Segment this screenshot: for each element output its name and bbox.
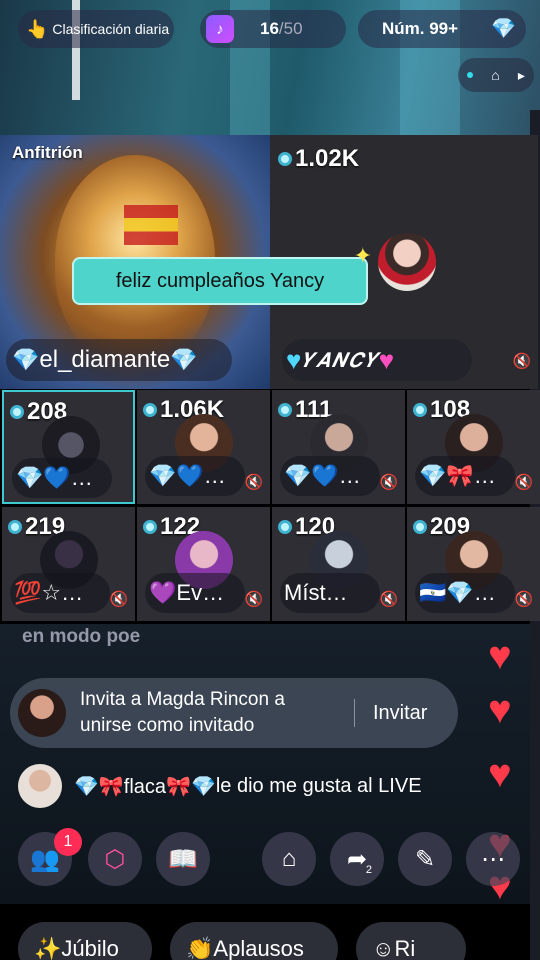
diamond-icon: 💎 xyxy=(12,347,40,372)
muted-mic-icon: 🔇 xyxy=(514,591,534,608)
music-note-icon: ♪ xyxy=(206,15,234,43)
muted-mic-icon: 🔇 xyxy=(379,474,399,491)
guest-tile[interactable]: 122 💜Ev… 🔇 xyxy=(137,507,270,621)
coin-icon xyxy=(413,520,427,534)
diamond-icon: 💎 xyxy=(170,347,198,372)
heart-icon: ♥ xyxy=(488,752,512,796)
guest-name: 💎💙… xyxy=(280,456,380,496)
divider xyxy=(354,699,355,727)
host-label: Anfitrión xyxy=(12,143,83,162)
guest-name: 💜Ev… xyxy=(145,573,245,613)
cube-icon: ⬡ xyxy=(104,845,126,873)
reaction-button[interactable]: ✨ Júbilo xyxy=(18,922,152,960)
muted-mic-icon: 🔇 xyxy=(109,591,129,608)
coin-icon xyxy=(143,403,157,417)
coin-icon xyxy=(278,520,292,534)
reaction-button[interactable]: 👏 Aplausos xyxy=(170,922,338,960)
guest-name: 💯☆… xyxy=(10,573,110,613)
coin-icon xyxy=(8,520,22,534)
guest-name: Míst… xyxy=(280,573,380,613)
notification-badge: 1 xyxy=(54,828,82,856)
book-icon: 📖 xyxy=(168,845,198,873)
shop-button[interactable]: ⌂ xyxy=(262,832,316,886)
home-icon[interactable]: ⌂ xyxy=(491,67,499,83)
gift-progress-current: 16 xyxy=(260,19,279,38)
heart-icon: ♥ xyxy=(488,634,512,678)
reaction-label: Júbilo xyxy=(61,936,119,960)
chat-message: 💎🎀flaca🎀💎 le dio me gusta al LIVE xyxy=(18,764,422,808)
status-dot xyxy=(467,72,474,78)
gift-goal-button[interactable]: ♪ 16 /50 xyxy=(200,10,346,48)
reaction-label: Aplausos xyxy=(213,936,304,960)
chat-username[interactable]: 💎🎀flaca🎀💎 xyxy=(74,774,216,799)
guest-tile[interactable]: 111 💎💙… 🔇 xyxy=(272,390,405,504)
coin-icon xyxy=(278,152,292,166)
share-arrow-icon: ➦ xyxy=(346,845,368,873)
book-button[interactable]: 📖 xyxy=(156,832,210,886)
daily-ranking-button[interactable]: 👆 Clasificación diaria xyxy=(18,10,174,48)
share-count: 2 xyxy=(365,864,372,876)
guest-name: 💎💙… xyxy=(12,458,112,498)
invite-button[interactable]: Invitar xyxy=(373,702,427,725)
reaction-label: Ri xyxy=(394,936,416,960)
hand-pointer-icon: 👆 xyxy=(26,18,49,39)
coin-icon xyxy=(10,405,24,419)
diamond-icon: 💎 xyxy=(491,18,516,40)
chat-text: le dio me gusta al LIVE xyxy=(215,774,422,797)
share-button[interactable]: ➦ 2 xyxy=(330,832,384,886)
avatar xyxy=(18,689,66,737)
coin-icon xyxy=(413,403,427,417)
sparkle-icon: ✦ xyxy=(353,243,372,268)
guest-tile[interactable]: 120 Míst… 🔇 xyxy=(272,507,405,621)
invite-banner[interactable]: Invita a Magda Rincon a unirse como invi… xyxy=(10,678,458,748)
chat-message: en modo poe xyxy=(22,626,141,647)
clap-icon: 👏 xyxy=(186,936,214,960)
avatar[interactable] xyxy=(378,233,436,291)
muted-mic-icon: 🔇 xyxy=(244,474,264,491)
guest-tile[interactable]: 208 💎💙… xyxy=(2,390,135,504)
gift-progress-total: /50 xyxy=(278,19,303,38)
guest-tile[interactable]: 108 💎🎀… 🔇 xyxy=(407,390,540,504)
coin-icon xyxy=(278,403,292,417)
guest-name: 💎🎀… xyxy=(415,456,515,496)
guest-name: 𝒀𝑨𝑵𝑪𝒀 xyxy=(301,348,379,372)
more-button[interactable]: ⋯ xyxy=(466,832,520,886)
guest-name-pill[interactable]: ♥ 𝒀𝑨𝑵𝑪𝒀 ♥ xyxy=(282,339,472,381)
laugh-icon: ☺ xyxy=(372,936,395,960)
host-name: el_diamante xyxy=(39,346,171,373)
guest-tile[interactable]: 209 🇸🇻💎… 🔇 xyxy=(407,507,540,621)
store-icon: ⌂ xyxy=(281,845,297,872)
box-button[interactable]: ⬡ xyxy=(88,832,142,886)
guest-tile[interactable]: 1.06K 💎💙… 🔇 xyxy=(137,390,270,504)
guest-score: 1.02K xyxy=(278,145,359,173)
room-controls[interactable]: ⌂ ▸ xyxy=(458,58,534,92)
muted-mic-icon: 🔇 xyxy=(244,591,264,608)
more-dots-icon: ⋯ xyxy=(481,845,505,873)
caption-text: feliz cumpleaños Yancy xyxy=(115,269,325,292)
host-name-pill[interactable]: 💎 el_diamante 💎 xyxy=(6,339,232,381)
chevron-right-icon[interactable]: ▸ xyxy=(518,67,525,84)
flag-image xyxy=(124,205,178,245)
guest-name: 💎💙… xyxy=(145,456,245,496)
magic-wand-icon: ✎ xyxy=(414,845,436,873)
confetti-icon: ✨ xyxy=(34,936,62,960)
pink-heart-icon: ♥ xyxy=(378,344,395,375)
rank-label: Núm. 99+ xyxy=(382,19,459,38)
coin-icon xyxy=(143,520,157,534)
muted-mic-icon: 🔇 xyxy=(512,353,532,370)
muted-mic-icon: 🔇 xyxy=(379,591,399,608)
effects-button[interactable]: ✎ xyxy=(398,832,452,886)
heart-icon: ♥ xyxy=(488,688,512,732)
blue-heart-icon: ♥ xyxy=(286,344,302,375)
rank-button[interactable]: Núm. 99+ 💎 xyxy=(358,10,526,48)
caption-banner: feliz cumpleaños Yancy ✦ xyxy=(72,243,372,305)
guest-tile[interactable]: 219 💯☆… 🔇 xyxy=(2,507,135,621)
guest-name: 🇸🇻💎… xyxy=(415,573,515,613)
daily-ranking-label: Clasificación diaria xyxy=(52,21,170,37)
avatar[interactable] xyxy=(18,764,62,808)
reaction-button[interactable]: ☺ Ri xyxy=(356,922,466,960)
invite-text: Invita a Magda Rincon a unirse como invi… xyxy=(80,689,285,736)
muted-mic-icon: 🔇 xyxy=(514,474,534,491)
